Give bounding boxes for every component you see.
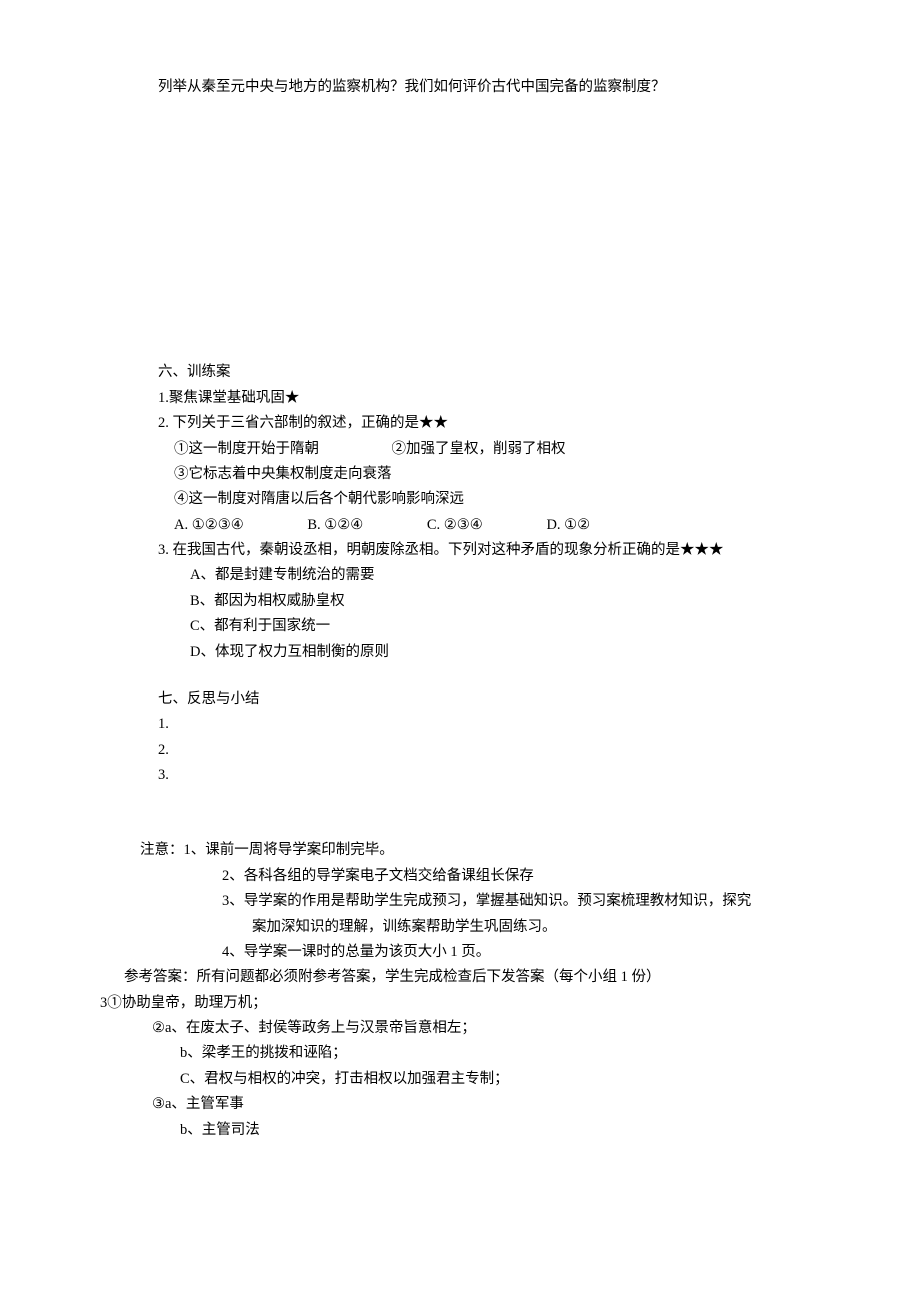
note-1: 注意：1、课前一周将导学案印制完毕。 (100, 838, 820, 863)
reflect-1: 1. (100, 712, 820, 737)
note-4: 4、导学案一课时的总量为该页大小 1 页。 (100, 940, 820, 965)
q2-opt2: ③它标志着中央集权制度走向衰落 (100, 462, 820, 487)
ans-3-2c: C、君权与相权的冲突，打击相权以加强君主专制； (100, 1067, 820, 1092)
note-3a: 3、导学案的作用是帮助学生完成预习，掌握基础知识。预习案梳理教材知识，探究 (100, 889, 820, 914)
q3-opt-d: D、体现了权力互相制衡的原则 (100, 640, 820, 665)
q2-choice-c: C. ②③④ (427, 513, 483, 538)
top-question: 列举从秦至元中央与地方的监察机构？我们如何评价古代中国完备的监察制度？ (100, 75, 820, 100)
q3-stem: 3. 在我国古代，秦朝设丞相，明朝废除丞相。下列对这种矛盾的现象分析正确的是★★… (100, 538, 820, 563)
reflect-3: 3. (100, 763, 820, 788)
q2-choice-d: D. ①② (546, 513, 590, 538)
section-6-title: 六、训练案 (100, 360, 820, 385)
q2-stem: 2. 下列关于三省六部制的叙述，正确的是★★ (100, 411, 820, 436)
spacer-2 (100, 665, 820, 687)
q2-choice-b: B. ①②④ (307, 513, 363, 538)
q2-choices: A. ①②③④ B. ①②④ C. ②③④ D. ①② (100, 513, 820, 538)
ans-3-3a: ③a、主管军事 (100, 1092, 820, 1117)
q3-opt-a: A、都是封建专制统治的需要 (100, 563, 820, 588)
q2-options-row1: ①这一制度开始于隋朝 ②加强了皇权，削弱了相权 (100, 437, 820, 462)
q2-opt3: ④这一制度对隋唐以后各个朝代影响影响深远 (100, 487, 820, 512)
ans-3-2b: b、梁孝王的挑拨和诬陷； (100, 1041, 820, 1066)
spacer-3 (100, 788, 820, 838)
ans-3-3b: b、主管司法 (100, 1118, 820, 1143)
spacer-1 (100, 100, 820, 360)
note-3b: 案加深知识的理解，训练案帮助学生巩固练习。 (100, 915, 820, 940)
answers-header: 参考答案：所有问题都必须附参考答案，学生完成检查后下发答案（每个小组 1 份） (100, 965, 820, 990)
q2-opt1a: ①这一制度开始于隋朝 (174, 441, 319, 457)
ans-3-2a: ②a、在废太子、封侯等政务上与汉景帝旨意相左； (100, 1016, 820, 1041)
q1-stem: 1.聚焦课堂基础巩固★ (100, 386, 820, 411)
note-2: 2、各科各组的导学案电子文档交给备课组长保存 (100, 864, 820, 889)
q2-choice-a: A. ①②③④ (174, 513, 244, 538)
q3-opt-c: C、都有利于国家统一 (100, 614, 820, 639)
reflect-2: 2. (100, 738, 820, 763)
ans-3-1: 3①协助皇帝，助理万机； (100, 991, 820, 1016)
q2-opt1b: ②加强了皇权，削弱了相权 (392, 441, 566, 457)
section-7-title: 七、反思与小结 (100, 687, 820, 712)
q3-opt-b: B、都因为相权威胁皇权 (100, 589, 820, 614)
